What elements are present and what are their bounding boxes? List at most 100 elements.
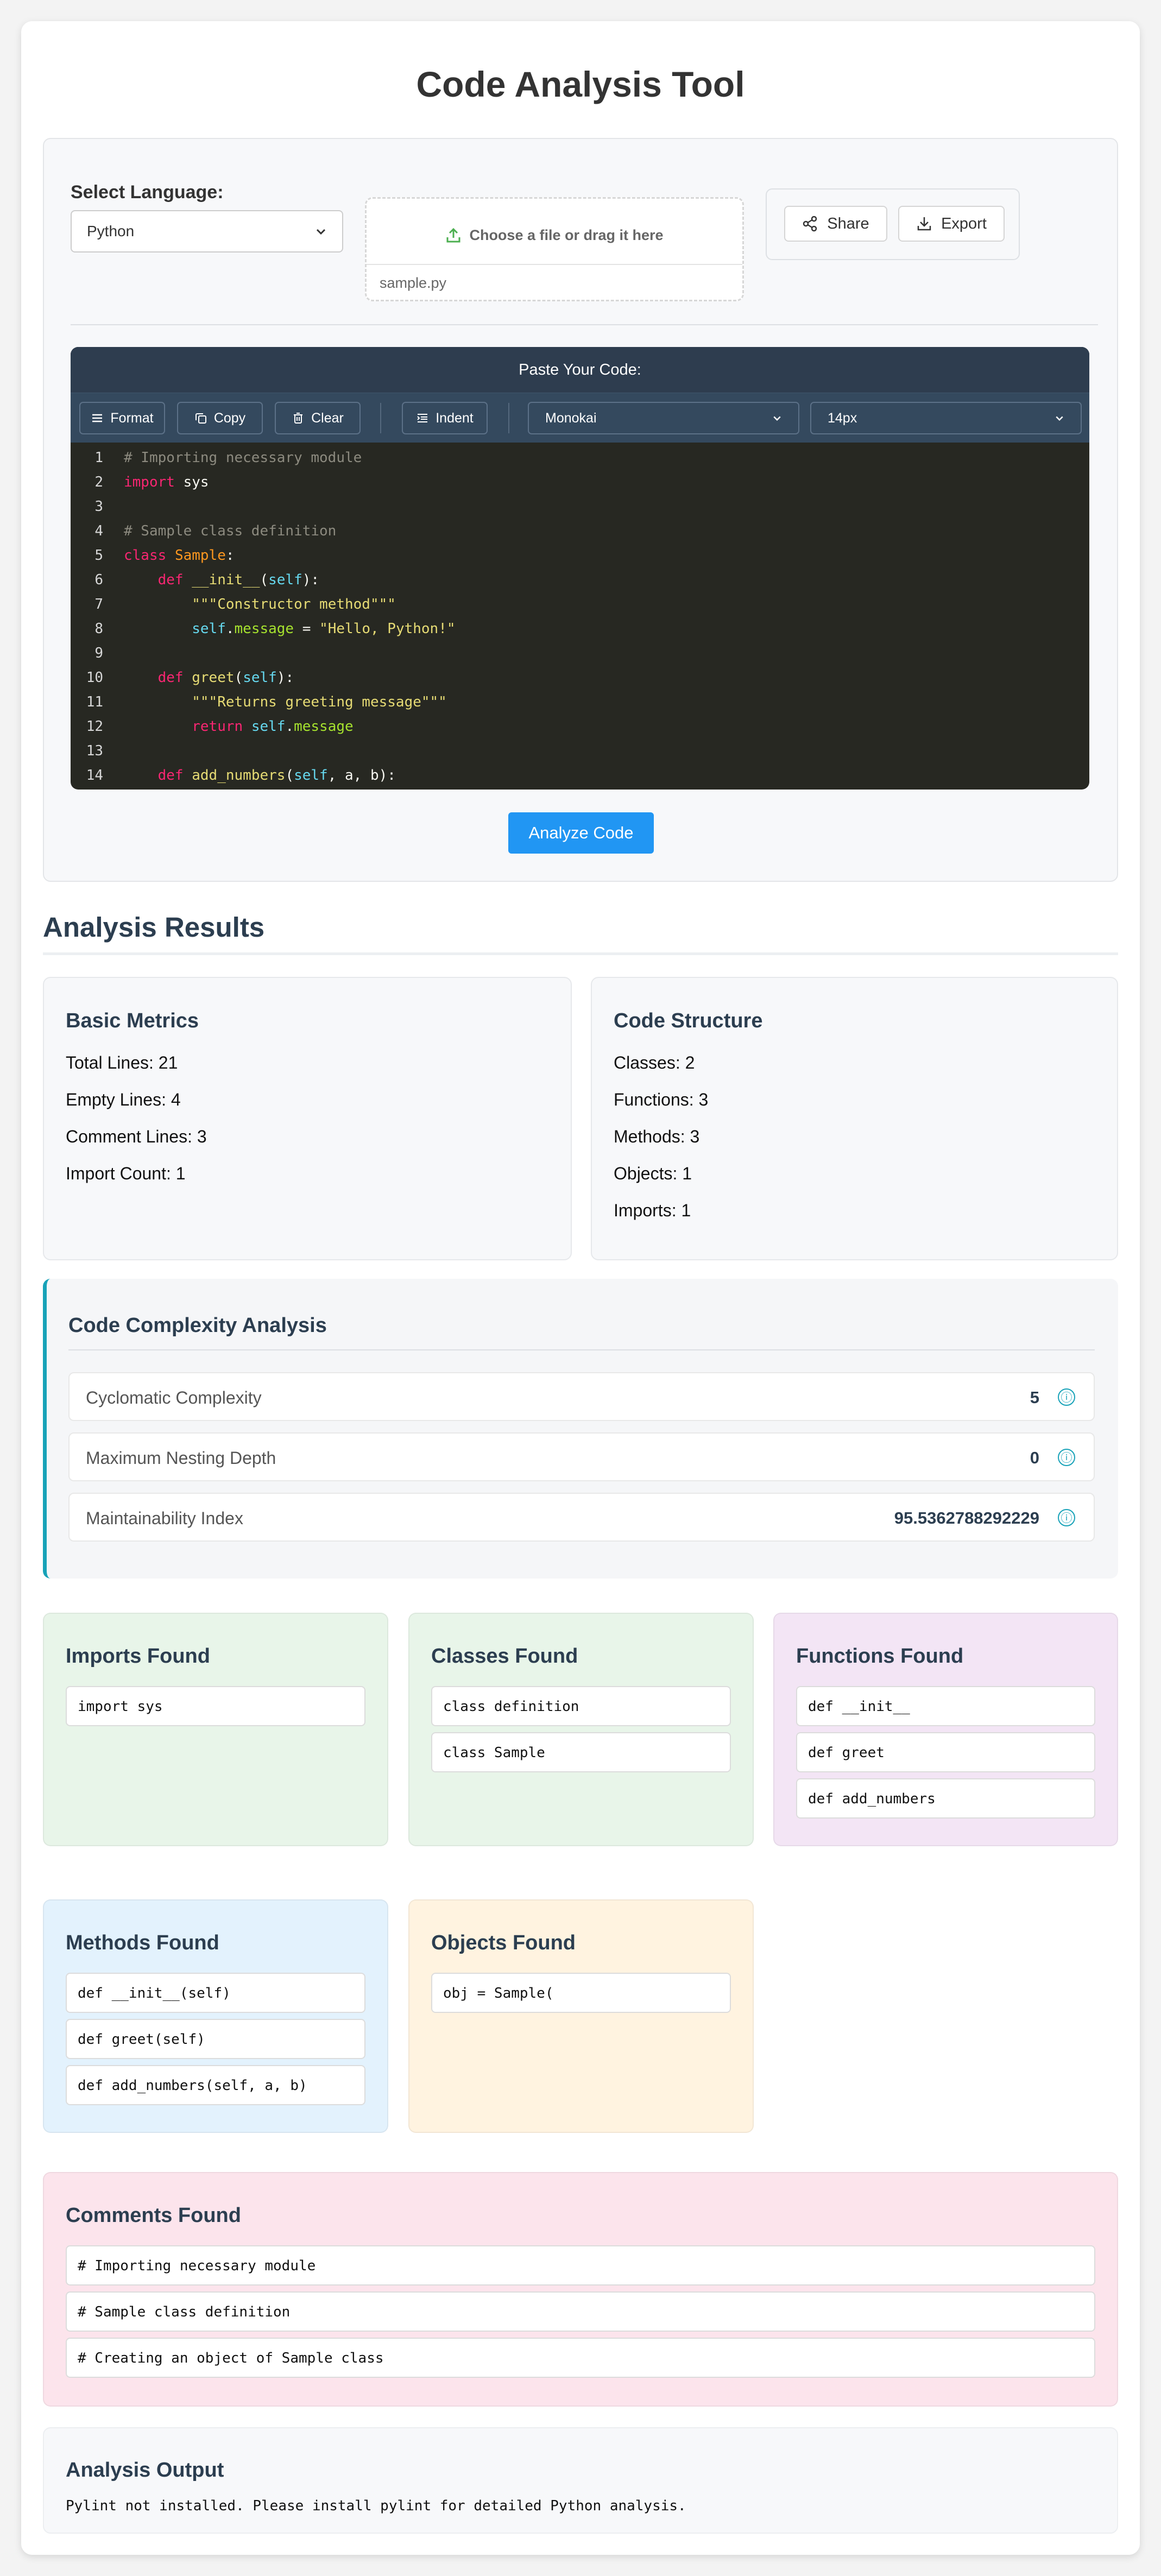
line-number: 2 [94,473,103,490]
code-line: 11 """Returns greeting message""" [71,690,1089,714]
info-icon[interactable]: ⓘ [1058,1388,1075,1406]
analysis-results-heading: Analysis Results [43,912,265,943]
format-label: Format [110,410,154,426]
info-icon[interactable]: ⓘ [1058,1509,1075,1526]
info-icon[interactable]: ⓘ [1058,1449,1075,1466]
list-item: class definition [431,1686,731,1726]
functions-found-card: Functions Found def __init__ def greet d… [773,1613,1118,1846]
classes-found-title: Classes Found [431,1645,578,1668]
chevron-down-icon [315,225,327,237]
share-export-group: Share Export [766,188,1020,260]
comment-lines: Comment Lines: 3 [66,1127,207,1146]
theme-select-value: Monokai [545,410,597,426]
line-number: 4 [94,522,103,539]
line-number: 9 [94,645,103,661]
format-icon [91,412,104,425]
chevron-down-icon [772,413,782,423]
share-icon [802,216,818,232]
imports-found-card: Imports Found import sys [43,1613,388,1846]
complexity-row: Maximum Nesting Depth 0 ⓘ [68,1432,1095,1481]
language-label: Select Language: [71,182,224,203]
code-line: 9 [71,641,1089,665]
analysis-output-title: Analysis Output [66,2459,224,2482]
classes-count: Classes: 2 [614,1053,695,1072]
code-line: 2 import sys [71,470,1089,494]
complexity-value: 95.5362788292229 [894,1508,1039,1527]
list-item: def add_numbers(self, a, b) [66,2065,365,2105]
copy-button[interactable]: Copy [177,402,263,434]
imports-found-title: Imports Found [66,1645,210,1668]
code-line: 8 self.message = "Hello, Python!" [71,616,1089,641]
analysis-output-text: Pylint not installed. Please install pyl… [66,2498,686,2514]
language-select[interactable]: Python [71,210,343,252]
results-underline [43,952,1118,955]
complexity-value: 5 [1030,1388,1039,1407]
code-textarea[interactable]: 1 # Importing necessary module 2 import sy… [71,443,1089,790]
code-line: 6 def __init__(self): [71,567,1089,592]
chevron-down-icon [1055,413,1064,423]
selected-file-name: sample.py [367,264,742,300]
line-number: 3 [94,498,103,515]
page-title: Code Analysis Tool [416,64,745,104]
font-size-select-value: 14px [828,410,857,426]
format-button[interactable]: Format [79,402,165,434]
list-item: # Sample class definition [66,2291,1095,2332]
export-button[interactable]: Export [898,206,1005,242]
code-line: 12 return self.message [71,714,1089,738]
complexity-underline [68,1349,1095,1350]
code-line: 5 class Sample: [71,543,1089,567]
clear-button[interactable]: Clear [275,402,361,434]
methods-found-title: Methods Found [66,1931,219,1954]
copy-label: Copy [213,410,246,426]
complexity-value: 0 [1030,1448,1039,1467]
font-size-select[interactable]: 14px [810,402,1082,434]
share-button[interactable]: Share [784,206,887,242]
line-number: 8 [94,620,103,637]
editor-header: Paste Your Code: [71,347,1089,393]
line-number: 6 [94,571,103,588]
line-number: 14 [86,767,103,784]
indent-icon [416,412,429,425]
code-structure-title: Code Structure [614,1009,763,1032]
methods-found-card: Methods Found def __init__(self) def gre… [43,1899,388,2133]
file-choose-label: Choose a file or drag it here [469,227,664,243]
copy-icon [194,412,207,425]
code-line: 13 [71,738,1089,763]
analysis-output-panel: Analysis Output Pylint not installed. Pl… [43,2427,1118,2534]
code-line: 3 [71,494,1089,519]
list-item: class Sample [431,1732,731,1772]
toolbar-separator [380,403,381,433]
indent-button[interactable]: Indent [402,402,488,434]
list-item: def greet(self) [66,2019,365,2059]
code-line: 10 def greet(self): [71,665,1089,690]
analyze-code-button[interactable]: Analyze Code [508,812,654,854]
complexity-title: Code Complexity Analysis [68,1314,327,1337]
file-upload-zone[interactable]: Choose a file or drag it here sample.py [365,197,744,301]
code-line: 4 # Sample class definition [71,519,1089,543]
functions-found-title: Functions Found [796,1645,964,1668]
line-number: 7 [94,596,103,613]
share-label: Share [827,214,869,232]
comments-found-title: Comments Found [66,2204,241,2227]
line-number: 13 [86,742,103,759]
objects-found-title: Objects Found [431,1931,576,1954]
import-count: Import Count: 1 [66,1164,186,1183]
complexity-panel: Code Complexity Analysis Cyclomatic Comp… [43,1279,1118,1579]
section-divider [71,324,1098,325]
editor-toolbar: Format Copy Clear Indent Monokai 14px [71,393,1089,443]
list-item: def __init__(self) [66,1973,365,2013]
complexity-row: Maintainability Index 95.5362788292229 ⓘ [68,1493,1095,1542]
list-item: # Creating an object of Sample class [66,2338,1095,2378]
classes-found-card: Classes Found class definition class Sam… [408,1613,754,1846]
code-editor: Paste Your Code: Format Copy Clear Inden… [71,347,1089,790]
list-item: def greet [796,1732,1095,1772]
line-number: 1 [94,449,103,466]
file-choose-area[interactable]: Choose a file or drag it here [367,227,742,244]
objects-count: Objects: 1 [614,1164,692,1183]
code-line: 1 # Importing necessary module [71,445,1089,470]
upload-icon [445,228,462,244]
code-line: 14 def add_numbers(self, a, b): [71,763,1089,787]
basic-metrics-card: Basic Metrics Total Lines: 21 Empty Line… [43,977,572,1260]
theme-select[interactable]: Monokai [528,402,799,434]
empty-lines: Empty Lines: 4 [66,1090,181,1109]
